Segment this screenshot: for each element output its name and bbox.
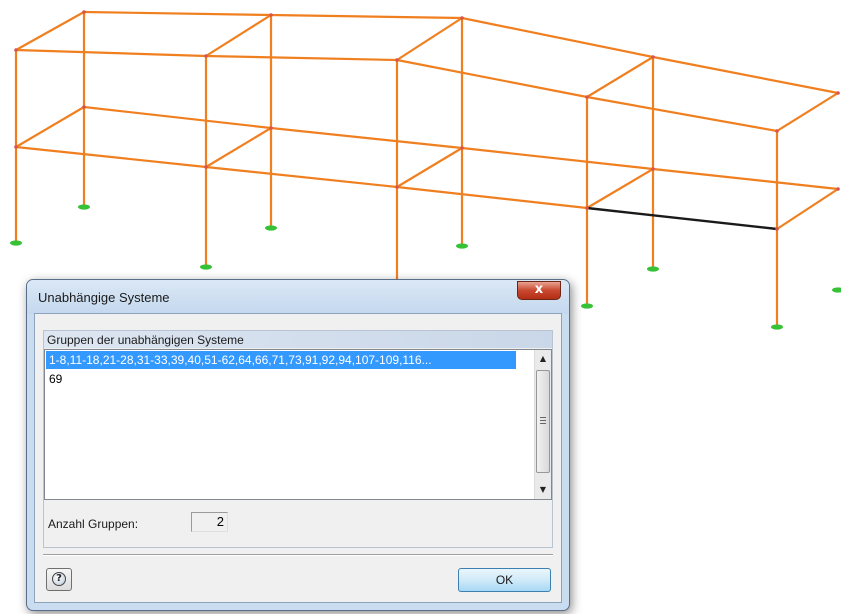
scroll-up-icon[interactable]: ▲ [535, 350, 551, 367]
member-line[interactable] [14, 10, 86, 52]
node-point[interactable] [395, 185, 399, 189]
member-line[interactable] [585, 167, 655, 210]
ok-button[interactable]: OK [458, 568, 551, 592]
node-point[interactable] [395, 58, 399, 62]
node-point[interactable] [14, 145, 18, 149]
member-line[interactable] [14, 105, 86, 149]
support-icon[interactable] [456, 243, 468, 249]
node-point[interactable] [836, 91, 840, 95]
node-point[interactable] [651, 55, 655, 59]
groups-panel-label: Gruppen der unabhängigen Systeme [47, 333, 244, 347]
support-icon[interactable] [265, 225, 277, 231]
node-point[interactable] [269, 13, 273, 17]
member-line[interactable] [204, 165, 399, 189]
member-line[interactable] [651, 55, 840, 95]
close-icon: x [534, 282, 544, 297]
member-line[interactable] [775, 91, 840, 133]
node-point[interactable] [82, 10, 86, 14]
member-line[interactable] [204, 54, 399, 62]
member-line[interactable] [395, 146, 464, 189]
node-point[interactable] [204, 54, 208, 58]
member-line[interactable] [269, 13, 464, 20]
member-line[interactable] [460, 16, 655, 59]
scroll-down-icon[interactable]: ▼ [535, 481, 551, 498]
support-icon[interactable] [200, 264, 212, 270]
member-line[interactable] [82, 105, 273, 130]
independent-systems-dialog: Unabhängige Systeme x Gruppen der unabhä… [26, 279, 570, 611]
groups-list[interactable]: 1-8,11-18,21-28,31-33,39,40,51-62,64,66,… [44, 349, 552, 500]
node-point[interactable] [204, 165, 208, 169]
scrollbar-thumb[interactable] [536, 370, 550, 473]
node-point[interactable] [460, 16, 464, 20]
list-item[interactable]: 1-8,11-18,21-28,31-33,39,40,51-62,64,66,… [46, 351, 516, 369]
node-point[interactable] [269, 126, 273, 130]
member-line[interactable] [14, 145, 208, 169]
group-count-label: Anzahl Gruppen: [48, 517, 139, 531]
help-icon: ? [52, 572, 66, 586]
dialog-title: Unabhängige Systeme [38, 290, 170, 305]
member-line[interactable] [269, 126, 464, 150]
groups-panel: Gruppen der unabhängigen Systeme 1-8,11-… [43, 330, 553, 548]
node-point[interactable] [585, 95, 589, 99]
support-icon[interactable] [832, 287, 841, 293]
node-point[interactable] [775, 129, 779, 133]
support-icon[interactable] [10, 240, 22, 246]
node-point[interactable] [14, 48, 18, 52]
member-line[interactable] [14, 48, 208, 58]
dialog-body: Gruppen der unabhängigen Systeme 1-8,11-… [34, 313, 562, 603]
divider [43, 554, 553, 556]
support-icon[interactable] [78, 204, 90, 210]
support-icon[interactable] [771, 324, 783, 330]
help-button[interactable]: ? [46, 568, 72, 591]
member-line[interactable] [775, 187, 840, 231]
member-line[interactable] [204, 13, 273, 58]
node-point[interactable] [585, 206, 589, 210]
member-line[interactable] [204, 126, 273, 169]
member-line-independent[interactable] [585, 206, 779, 231]
node-point[interactable] [775, 227, 779, 231]
close-button[interactable]: x [517, 281, 561, 300]
dialog-titlebar[interactable]: Unabhängige Systeme x [27, 280, 569, 314]
member-line[interactable] [651, 167, 840, 191]
group-count-field: 2 [191, 512, 228, 532]
member-line[interactable] [395, 16, 464, 62]
member-line[interactable] [585, 55, 655, 99]
node-point[interactable] [836, 187, 840, 191]
grip-icon [540, 417, 546, 424]
support-icon[interactable] [581, 303, 593, 309]
node-point[interactable] [460, 146, 464, 150]
list-item[interactable]: 69 [46, 370, 62, 388]
support-icon[interactable] [647, 266, 659, 272]
node-point[interactable] [82, 105, 86, 109]
groups-panel-header: Gruppen der unabhängigen Systeme [44, 331, 552, 348]
member-line[interactable] [395, 185, 589, 210]
member-line[interactable] [460, 146, 655, 171]
vertical-scrollbar[interactable]: ▲ ▼ [534, 350, 551, 499]
member-line[interactable] [395, 58, 589, 99]
member-line[interactable] [82, 10, 273, 17]
node-point[interactable] [651, 167, 655, 171]
member-line[interactable] [585, 95, 779, 133]
